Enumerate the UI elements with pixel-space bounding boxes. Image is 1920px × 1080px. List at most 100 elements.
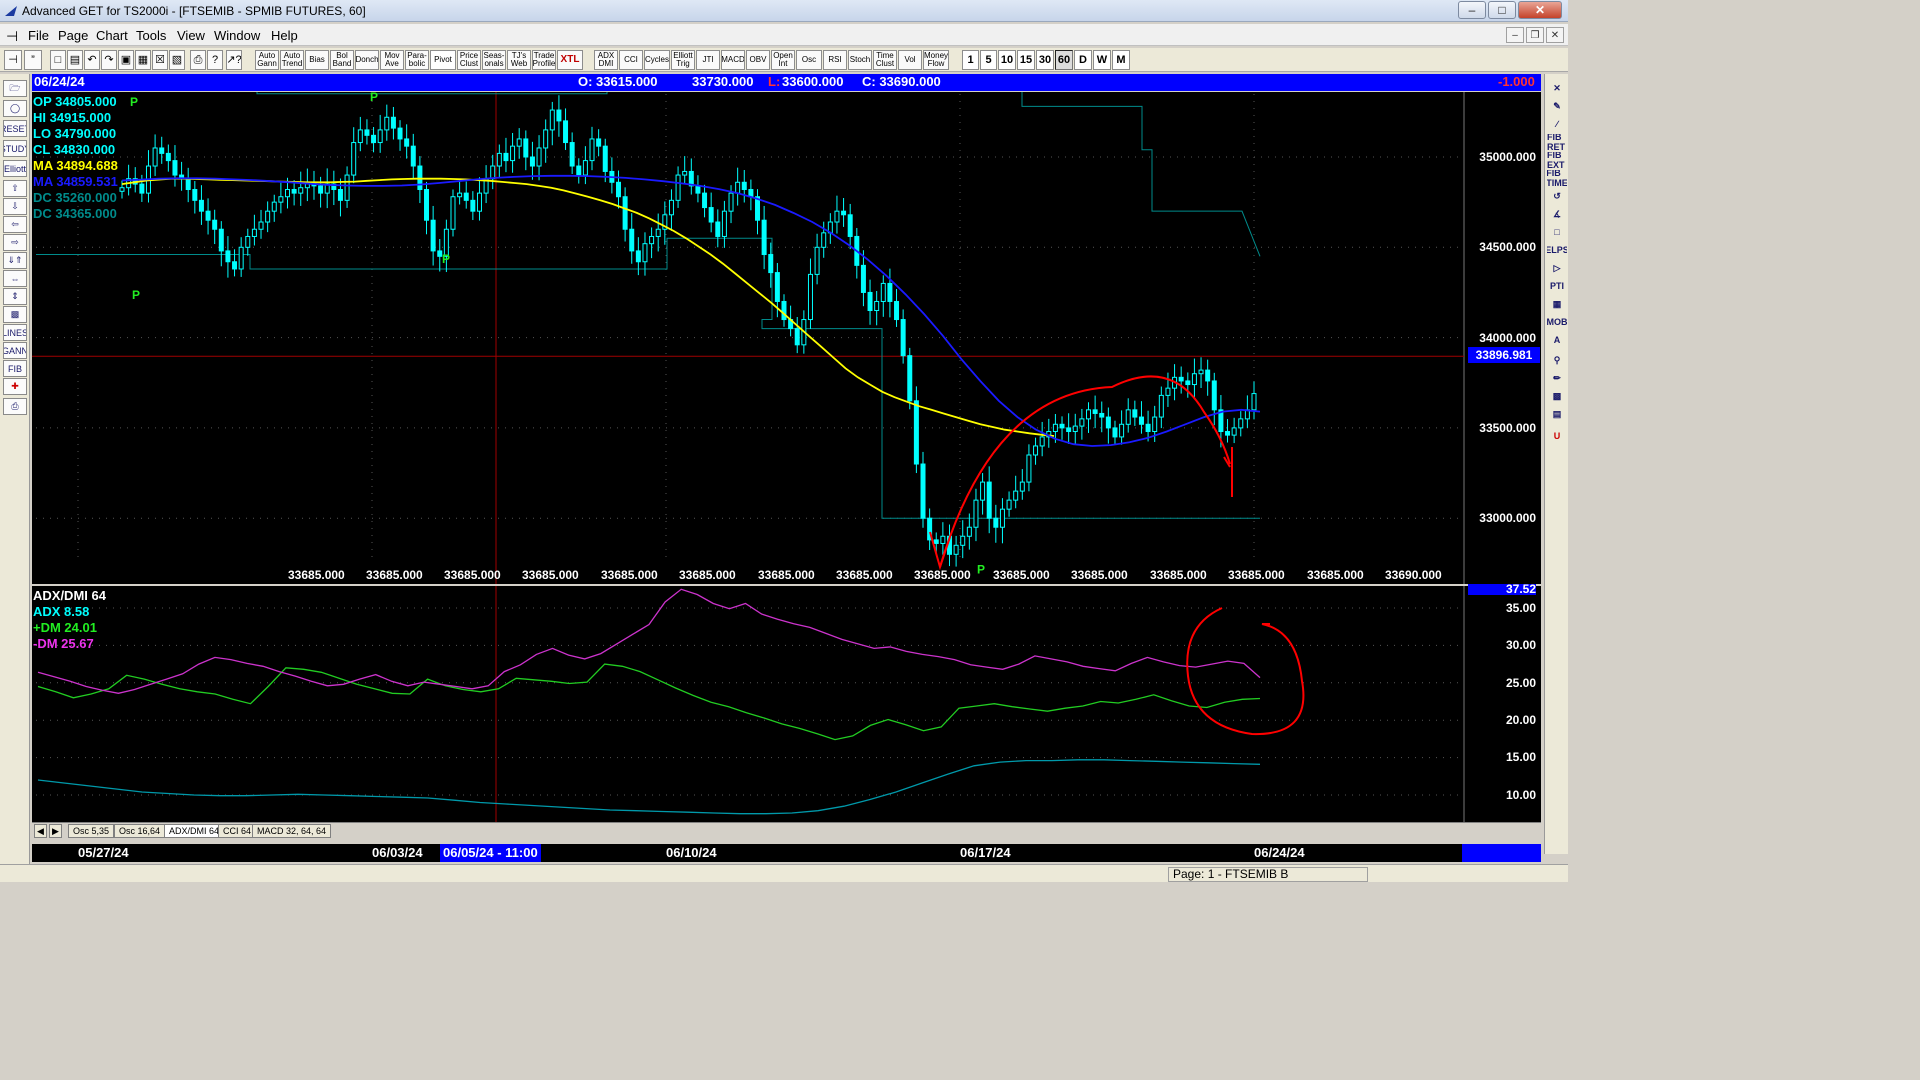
- ellipse-tool-icon[interactable]: ◯: [3, 100, 27, 117]
- menu-file[interactable]: File: [28, 28, 49, 43]
- vertical-icon[interactable]: ⇕: [3, 288, 27, 305]
- fib-time-icon[interactable]: FIB TIME: [1547, 170, 1567, 186]
- fan-icon[interactable]: ∡: [1547, 206, 1567, 222]
- magnet-icon[interactable]: U: [1547, 428, 1567, 444]
- mdi-minimize-button[interactable]: –: [1506, 27, 1524, 43]
- back-icon[interactable]: ↶: [84, 50, 100, 70]
- arrow-right-icon[interactable]: ⇨: [3, 234, 27, 251]
- menu-view[interactable]: View: [177, 28, 205, 43]
- layout-icon[interactable]: ▦: [135, 50, 151, 70]
- forward-icon[interactable]: ↷: [101, 50, 117, 70]
- expand-icon[interactable]: ⇔: [3, 270, 27, 287]
- ellipse-icon[interactable]: ELPS: [1547, 242, 1567, 258]
- timeframe-5-button[interactable]: 5: [980, 50, 997, 70]
- timeframe-10-button[interactable]: 10: [998, 50, 1016, 70]
- study-mov-ave-button[interactable]: Mov Ave: [380, 50, 404, 70]
- tab-osc-5-35[interactable]: Osc 5,35: [68, 824, 115, 838]
- study-rsi-button[interactable]: RSI: [823, 50, 847, 70]
- lines-icon[interactable]: LINES: [3, 324, 27, 341]
- tab-osc-16-64[interactable]: Osc 16,64: [114, 824, 166, 838]
- study-stoch-button[interactable]: Stoch: [848, 50, 872, 70]
- gann-icon[interactable]: GANN: [3, 342, 27, 359]
- tab-cci-64[interactable]: CCI 64: [218, 824, 257, 838]
- rectangle-icon[interactable]: □: [1547, 224, 1567, 240]
- open-folder-icon[interactable]: 🗁: [3, 80, 27, 97]
- menu-chart[interactable]: Chart: [96, 28, 128, 43]
- text-tool-icon[interactable]: A: [1547, 332, 1567, 348]
- minimize-button[interactable]: –: [1458, 1, 1486, 19]
- study-cci-button[interactable]: CCI: [619, 50, 643, 70]
- tab-adx-dmi-64[interactable]: ADX/DMI 64: [164, 824, 225, 838]
- study-macd-button[interactable]: MACD: [721, 50, 745, 70]
- fib-ext-icon[interactable]: FIB EXT: [1547, 152, 1567, 168]
- marker-icon[interactable]: ✏: [1547, 370, 1567, 386]
- arrow-up-icon[interactable]: ⇧: [3, 180, 27, 197]
- open-icon[interactable]: ▤: [67, 50, 83, 70]
- grid-tool-icon[interactable]: ▦: [1547, 296, 1567, 312]
- study-open-int-button[interactable]: Open Int: [771, 50, 795, 70]
- study-money-flow-button[interactable]: Money Flow: [923, 50, 949, 70]
- fib-ret-icon[interactable]: FIB RET: [1547, 134, 1567, 150]
- bars-icon[interactable]: ▩: [3, 306, 27, 323]
- menu-help[interactable]: Help: [271, 28, 298, 43]
- close-button[interactable]: ✕: [1518, 1, 1562, 19]
- mdi-restore-button[interactable]: ❐: [1526, 27, 1544, 43]
- arrow-left-icon[interactable]: ⇦: [3, 216, 27, 233]
- context-help-icon[interactable]: ↗?: [226, 50, 242, 70]
- menu-page[interactable]: Page: [58, 28, 88, 43]
- pencil-icon[interactable]: ✎: [1547, 98, 1567, 114]
- tab-scroll-right-icon[interactable]: ▶: [49, 824, 62, 838]
- compress-icon[interactable]: ⇓⇑: [3, 252, 27, 269]
- study-auto-gann-button[interactable]: Auto Gann: [255, 50, 279, 70]
- study-adx-dmi-button[interactable]: ADX DMI: [594, 50, 618, 70]
- box-icon[interactable]: ▩: [1547, 388, 1567, 404]
- crosshair-icon[interactable]: ✚: [3, 378, 27, 395]
- price-chart-svg[interactable]: P P P P P: [32, 92, 1541, 584]
- study-elliott-trig-button[interactable]: Elliott Trig: [671, 50, 695, 70]
- layers-icon[interactable]: ▤: [1547, 406, 1567, 422]
- help-icon[interactable]: ?: [207, 50, 223, 70]
- timeframe-m-button[interactable]: M: [1112, 50, 1130, 70]
- delete-icon[interactable]: ☒: [152, 50, 168, 70]
- trendline-icon[interactable]: ∕: [1547, 116, 1567, 132]
- study-obv-button[interactable]: OBV: [746, 50, 770, 70]
- study-tjs-web-button[interactable]: TJ's Web: [507, 50, 531, 70]
- mdi-close-button[interactable]: ✕: [1546, 27, 1564, 43]
- pti-icon[interactable]: PTI: [1547, 278, 1567, 294]
- study-xtl-button[interactable]: XTL: [557, 50, 583, 70]
- quote-icon[interactable]: ”: [24, 50, 42, 70]
- new-icon[interactable]: □: [50, 50, 66, 70]
- adx-dmi-svg[interactable]: [32, 586, 1541, 822]
- print-icon[interactable]: ⎙: [190, 50, 206, 70]
- mdi-doc-icon[interactable]: ⊣: [6, 28, 18, 45]
- fib-icon[interactable]: FIB: [3, 360, 27, 377]
- study-bias-button[interactable]: Bias: [305, 50, 329, 70]
- timeframe-d-button[interactable]: D: [1074, 50, 1092, 70]
- spiral-icon[interactable]: ↺: [1547, 188, 1567, 204]
- timeframe-1-button[interactable]: 1: [962, 50, 979, 70]
- maximize-button[interactable]: □: [1488, 1, 1516, 19]
- window-icon[interactable]: ▣: [118, 50, 134, 70]
- menu-window[interactable]: Window: [214, 28, 260, 43]
- menu-tools[interactable]: Tools: [136, 28, 166, 43]
- study-price-clust-button[interactable]: Price Clust: [457, 50, 481, 70]
- arrow-down-icon[interactable]: ⇩: [3, 198, 27, 215]
- study-icon[interactable]: STUDY: [3, 140, 27, 157]
- elliott-icon[interactable]: Elliott: [3, 160, 27, 177]
- timeframe-60-button[interactable]: 60: [1055, 50, 1073, 70]
- print-setup-icon[interactable]: ⎙: [3, 398, 27, 415]
- timeframe-15-button[interactable]: 15: [1017, 50, 1035, 70]
- tab-scroll-left-icon[interactable]: ◀: [34, 824, 47, 838]
- cross-out-icon[interactable]: ✕: [1547, 80, 1567, 96]
- reset-icon[interactable]: RESET: [3, 120, 27, 137]
- study-bol-band-button[interactable]: Bol Band: [330, 50, 354, 70]
- timeframe-w-button[interactable]: W: [1093, 50, 1111, 70]
- study-pivot-button[interactable]: Pivot: [430, 50, 456, 70]
- study-donch-button[interactable]: Donch: [355, 50, 379, 70]
- timeframe-30-button[interactable]: 30: [1036, 50, 1054, 70]
- study-parabolic-button[interactable]: Para-bolic: [405, 50, 429, 70]
- study-auto-trend-button[interactable]: Auto Trend: [280, 50, 304, 70]
- adx-dmi-pane[interactable]: ADX/DMI 64 ADX 8.58 +DM 24.01 -DM 25.67 …: [32, 584, 1541, 822]
- mob-icon[interactable]: MOB: [1547, 314, 1567, 330]
- study-osc-button[interactable]: Osc: [796, 50, 822, 70]
